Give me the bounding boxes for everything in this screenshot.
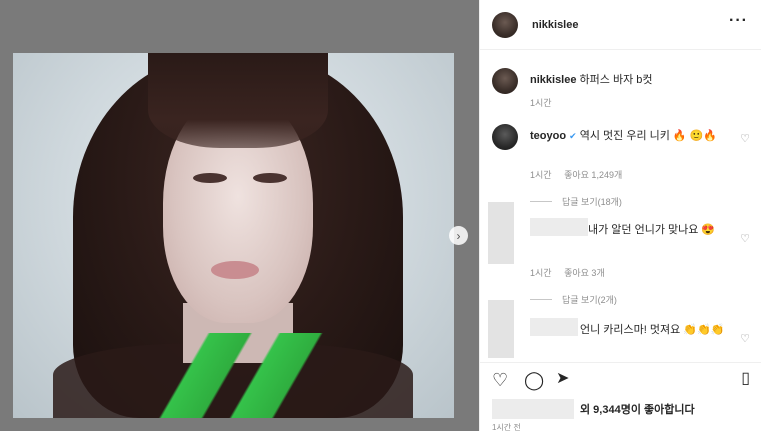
- chevron-right-icon[interactable]: ›: [449, 226, 468, 245]
- bookmark-icon[interactable]: ▯: [741, 371, 750, 387]
- post-time[interactable]: 1시간 전: [492, 422, 521, 431]
- heart-icon[interactable]: ♡: [492, 371, 508, 389]
- caption-body: 하퍼스 바자 b컷: [579, 74, 653, 86]
- comment-icon[interactable]: ◯: [524, 371, 544, 389]
- comment-likes[interactable]: 좋아요 3개: [564, 268, 605, 278]
- caption-time[interactable]: 1시간: [530, 98, 552, 108]
- post-header: nikkislee ···: [480, 0, 761, 50]
- share-icon[interactable]: ➤: [556, 371, 569, 387]
- comment-body: 내가 알던 언니가 맞나요 😍: [588, 224, 716, 236]
- replies-divider: [530, 299, 552, 300]
- view-replies[interactable]: 답글 보기(18개): [530, 195, 622, 208]
- comment-username[interactable]: teoyoo: [530, 130, 566, 142]
- comment-meta: 1시간 좋아요 3개: [530, 266, 615, 279]
- likes-summary[interactable]: 외 9,344명이 좋아합니다: [492, 399, 695, 419]
- comment-text: 언니 카리스마! 멋져요 👏👏👏: [530, 322, 730, 338]
- comment-time[interactable]: 1시간: [530, 268, 552, 278]
- avatar[interactable]: [492, 124, 518, 150]
- comment-like-heart-icon[interactable]: ♡: [740, 232, 750, 245]
- post-actions: ♡ ◯ ➤ ▯ 외 9,344명이 좋아합니다 1시간 전: [480, 362, 761, 431]
- photo-eye-right: [253, 173, 287, 183]
- avatar[interactable]: [492, 11, 518, 38]
- blurred-liker: [492, 399, 574, 419]
- comment-body: 언니 카리스마! 멋져요 👏👏👏: [580, 324, 725, 336]
- author-username[interactable]: nikkislee: [532, 19, 578, 31]
- photo-bangs: [148, 53, 328, 148]
- caption-meta: 1시간: [530, 96, 562, 109]
- more-horizontal-icon[interactable]: ···: [729, 12, 748, 30]
- comment-likes[interactable]: 좋아요 1,249개: [564, 170, 622, 180]
- comment-item: 언니 카리스마! 멋져요 👏👏👏 ♡: [492, 318, 750, 358]
- verified-icon: ✔: [569, 131, 577, 141]
- likes-text[interactable]: 외 9,344명이 좋아합니다: [580, 401, 695, 417]
- comment-meta: 1시간 좋아요 1,249개: [530, 168, 632, 181]
- post-panel: nikkislee ··· nikkislee 하퍼스 바자 b컷 1시간 te…: [479, 0, 761, 431]
- caption: nikkislee 하퍼스 바자 b컷 1시간: [492, 68, 750, 112]
- photo-green-top: [123, 333, 353, 418]
- caption-text: nikkislee 하퍼스 바자 b컷: [530, 72, 730, 88]
- comment-text: 내가 알던 언니가 맞나요 😍: [530, 222, 730, 238]
- comment-item: 내가 알던 언니가 맞나요 😍 ♡ 1시간 좋아요 3개: [492, 218, 750, 298]
- comment-text: teoyoo ✔ 역시 멋진 우리 니키 🔥 🙂🔥: [530, 128, 730, 144]
- replies-divider: [530, 201, 552, 202]
- comment-like-heart-icon[interactable]: ♡: [740, 132, 750, 145]
- caption-username[interactable]: nikkislee: [530, 74, 576, 86]
- post-photo[interactable]: [13, 53, 454, 418]
- media-area: ›: [0, 0, 479, 431]
- view-replies-label[interactable]: 답글 보기(2개): [562, 293, 617, 306]
- photo-eye-left: [193, 173, 227, 183]
- comment-time[interactable]: 1시간: [530, 170, 552, 180]
- comment-body: 역시 멋진 우리 니키 🔥 🙂🔥: [579, 130, 718, 142]
- view-replies[interactable]: 답글 보기(2개): [530, 293, 617, 306]
- comment-like-heart-icon[interactable]: ♡: [740, 332, 750, 345]
- photo-lips: [211, 261, 259, 279]
- avatar[interactable]: [492, 68, 518, 94]
- view-replies-label[interactable]: 답글 보기(18개): [562, 195, 622, 208]
